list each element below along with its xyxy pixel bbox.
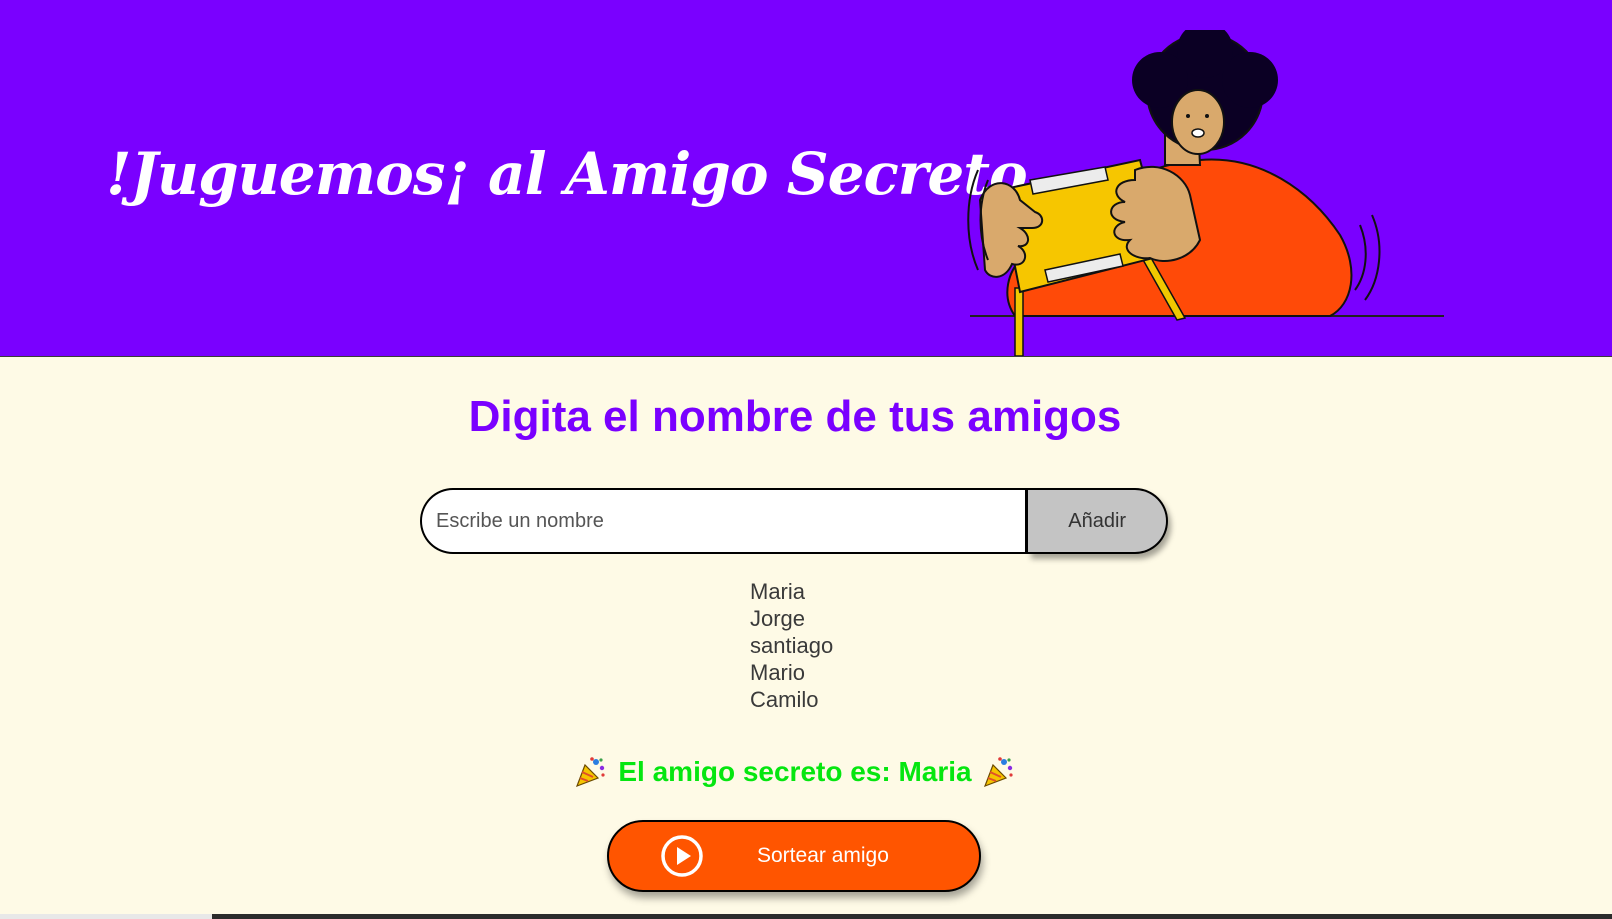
draw-friend-button[interactable]: Sortear amigo: [607, 820, 981, 892]
add-button[interactable]: Añadir: [1028, 488, 1168, 554]
list-item: Camilo: [750, 687, 819, 712]
add-friend-form: Añadir: [420, 488, 1168, 554]
bottom-divider: [0, 914, 1612, 919]
list-item: Jorge: [750, 606, 806, 631]
name-input[interactable]: [420, 488, 1029, 554]
main-heading: Digita el nombre de tus amigos: [468, 392, 1122, 441]
page-header: !Juguemos¡ al Amigo Secreto: [0, 0, 1612, 357]
bottom-divider-segment: [0, 914, 212, 919]
person-opening-gift-illustration: [967, 30, 1444, 356]
result-message: El amigo secreto es: Maria: [0, 755, 1590, 789]
play-circle-icon: [661, 835, 703, 877]
list-item: Maria: [750, 579, 806, 604]
page-title: !Juguemos¡ al Amigo Secreto: [106, 140, 1028, 208]
party-popper-icon: [576, 757, 605, 788]
list-item: Mario: [750, 660, 806, 685]
list-item: santiago: [750, 633, 834, 658]
party-popper-icon: [983, 757, 1013, 788]
result-text: El amigo secreto es: Maria: [618, 756, 972, 787]
friend-list: Maria Jorge santiago Mario Camilo: [750, 578, 833, 713]
draw-button-label: Sortear amigo: [757, 844, 889, 867]
